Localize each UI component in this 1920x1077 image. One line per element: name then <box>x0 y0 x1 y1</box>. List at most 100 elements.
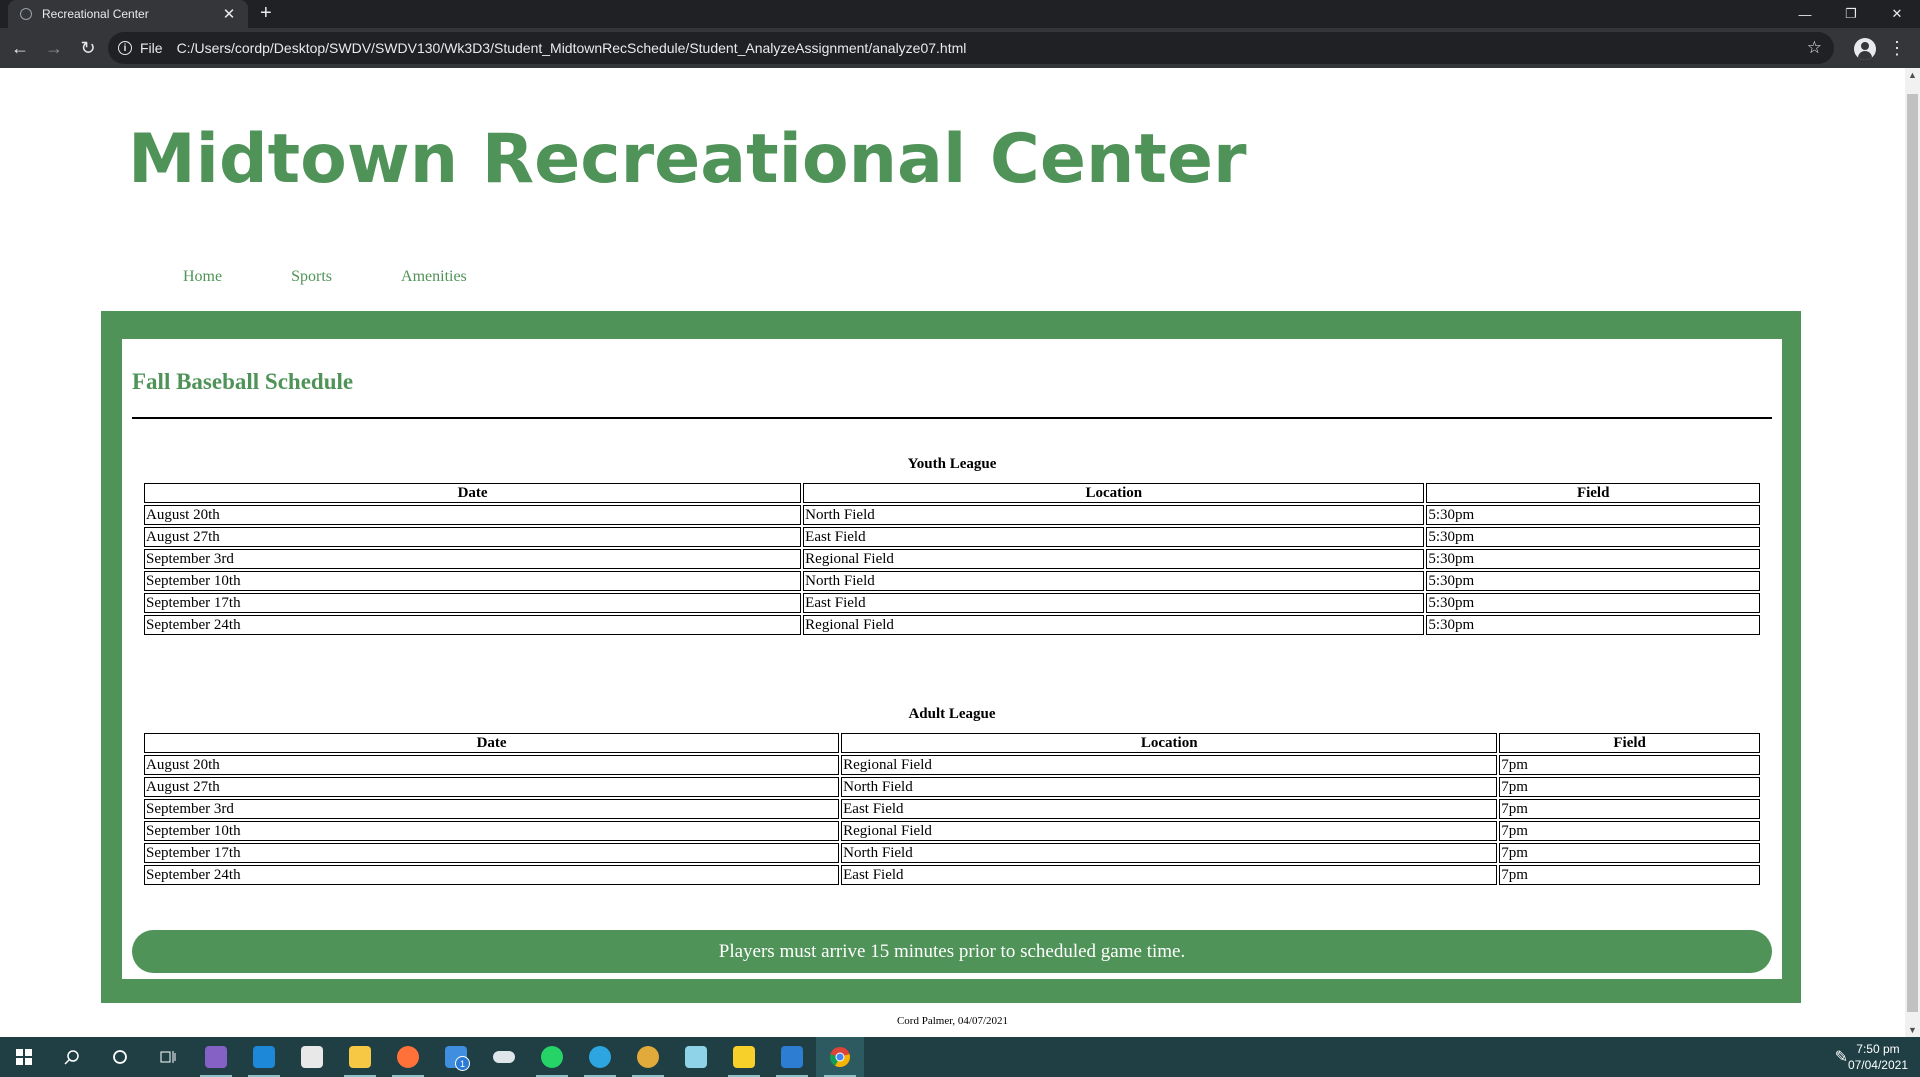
table-row: September 10th North Field 5:30pm <box>144 571 1760 591</box>
mail-icon[interactable]: 1 <box>432 1037 480 1077</box>
back-icon[interactable]: ← <box>6 34 34 62</box>
date-cell: September 17th <box>144 593 802 613</box>
visual-studio-icon[interactable] <box>192 1037 240 1077</box>
content-frame: Fall Baseball Schedule Youth League Date… <box>101 311 1801 1003</box>
table-row: September 3rd East Field 7pm <box>144 799 1760 819</box>
address-bar[interactable]: i File C:/Users/cordp/Desktop/SWDV/SWDV1… <box>108 32 1834 64</box>
reload-icon[interactable]: ↻ <box>74 34 102 62</box>
table-row: September 24th East Field 7pm <box>144 865 1760 885</box>
date-cell: September 3rd <box>144 799 840 819</box>
location-cell: North Field <box>841 843 1498 863</box>
column-header-location: Location <box>841 733 1498 753</box>
date-cell: September 10th <box>144 821 840 841</box>
chrome-canary-icon[interactable] <box>624 1037 672 1077</box>
url-text[interactable]: C:/Users/cordp/Desktop/SWDV/SWDV130/Wk3D… <box>177 40 967 56</box>
photos-icon[interactable] <box>768 1037 816 1077</box>
start-icon[interactable] <box>0 1037 48 1077</box>
new-tab-button[interactable]: + <box>260 2 272 24</box>
youth-league-table: Date Location Field August 20th North Fie… <box>142 481 1762 637</box>
location-cell: East Field <box>841 799 1498 819</box>
cortana-icon[interactable] <box>96 1037 144 1077</box>
task-view-icon[interactable] <box>144 1037 192 1077</box>
info-icon[interactable]: i <box>118 41 132 55</box>
column-header-date: Date <box>144 733 840 753</box>
table-row: September 10th Regional Field 7pm <box>144 821 1760 841</box>
location-cell: North Field <box>841 777 1498 797</box>
vscode-icon[interactable] <box>240 1037 288 1077</box>
file-explorer-icon[interactable] <box>336 1037 384 1077</box>
taskbar: 1 ✎ 7:50 pm 07/04/2021 <box>0 1037 1920 1077</box>
table-header-row: Date Location Field <box>144 733 1760 753</box>
time-cell: 5:30pm <box>1426 615 1760 635</box>
table-row: August 27th East Field 5:30pm <box>144 527 1760 547</box>
date-cell: September 24th <box>144 615 802 635</box>
globe-icon <box>20 8 32 20</box>
browser-tab[interactable]: Recreational Center ✕ <box>8 0 248 28</box>
table-row: August 20th Regional Field 7pm <box>144 755 1760 775</box>
location-cell: East Field <box>841 865 1498 885</box>
location-cell: Regional Field <box>841 821 1498 841</box>
column-header-location: Location <box>803 483 1425 503</box>
column-header-field: Field <box>1426 483 1760 503</box>
date-cell: August 20th <box>144 755 840 775</box>
youth-league-caption: Youth League <box>907 456 997 472</box>
table-row: August 27th North Field 7pm <box>144 777 1760 797</box>
nav-link-amenities[interactable]: Amenities <box>401 268 467 286</box>
time-cell: 7pm <box>1499 843 1760 863</box>
adult-league-caption: Adult League <box>908 706 996 722</box>
tab-title: Recreational Center <box>42 7 149 21</box>
schedule-panel: Fall Baseball Schedule Youth League Date… <box>122 339 1782 979</box>
store-icon[interactable] <box>288 1037 336 1077</box>
location-cell: North Field <box>803 505 1425 525</box>
date-cell: September 17th <box>144 843 840 863</box>
forward-icon[interactable]: → <box>40 34 68 62</box>
time-cell: 7pm <box>1499 821 1760 841</box>
nav-link-sports[interactable]: Sports <box>291 268 332 286</box>
page-scrollbar[interactable]: ▲ ▼ <box>1905 68 1920 1037</box>
minimize-icon[interactable]: — <box>1782 0 1828 28</box>
menu-icon[interactable]: ⋮ <box>1888 37 1906 59</box>
scroll-down-icon[interactable]: ▼ <box>1908 1025 1917 1035</box>
date-cell: August 27th <box>144 777 840 797</box>
close-window-icon[interactable]: ✕ <box>1874 0 1920 28</box>
date-cell: August 20th <box>144 505 802 525</box>
close-tab-icon[interactable]: ✕ <box>220 5 238 23</box>
footer-credit: Cord Palmer, 04/07/2021 <box>896 1015 1009 1027</box>
search-icon[interactable] <box>48 1037 96 1077</box>
notepad-icon[interactable] <box>672 1037 720 1077</box>
restore-icon[interactable]: ❐ <box>1828 0 1874 28</box>
time-cell: 7pm <box>1499 777 1760 797</box>
telegram-icon[interactable] <box>576 1037 624 1077</box>
system-clock[interactable]: 7:50 pm 07/04/2021 <box>1848 1041 1908 1073</box>
profile-icon[interactable] <box>1854 38 1876 60</box>
window-controls: — ❐ ✕ <box>1782 0 1920 28</box>
divider <box>132 417 1772 419</box>
scroll-up-icon[interactable]: ▲ <box>1908 70 1917 80</box>
chrome-icon[interactable] <box>816 1037 864 1077</box>
time-cell: 5:30pm <box>1426 593 1760 613</box>
scroll-thumb[interactable] <box>1907 94 1918 1012</box>
location-cell: North Field <box>803 571 1425 591</box>
adult-league-table: Date Location Field August 20th Regional … <box>142 731 1762 887</box>
site-nav: Home Sports Amenities <box>183 268 536 286</box>
firefox-icon[interactable] <box>384 1037 432 1077</box>
star-icon[interactable]: ☆ <box>1807 38 1822 58</box>
time-cell: 7pm <box>1499 865 1760 885</box>
date-cell: September 24th <box>144 865 840 885</box>
sticky-notes-icon[interactable] <box>720 1037 768 1077</box>
time-cell: 5:30pm <box>1426 571 1760 591</box>
location-cell: Regional Field <box>803 615 1425 635</box>
table-row: September 3rd Regional Field 5:30pm <box>144 549 1760 569</box>
time-cell: 7pm <box>1499 799 1760 819</box>
whatsapp-icon[interactable] <box>528 1037 576 1077</box>
table-header-row: Date Location Field <box>144 483 1760 503</box>
time-cell: 5:30pm <box>1426 505 1760 525</box>
location-cell: East Field <box>803 527 1425 547</box>
column-header-date: Date <box>144 483 802 503</box>
time-cell: 5:30pm <box>1426 527 1760 547</box>
table-row: August 20th North Field 5:30pm <box>144 505 1760 525</box>
pen-icon[interactable]: ✎ <box>1835 1047 1848 1067</box>
onedrive-icon[interactable] <box>480 1037 528 1077</box>
nav-link-home[interactable]: Home <box>183 268 222 286</box>
url-scheme: File <box>140 40 163 56</box>
